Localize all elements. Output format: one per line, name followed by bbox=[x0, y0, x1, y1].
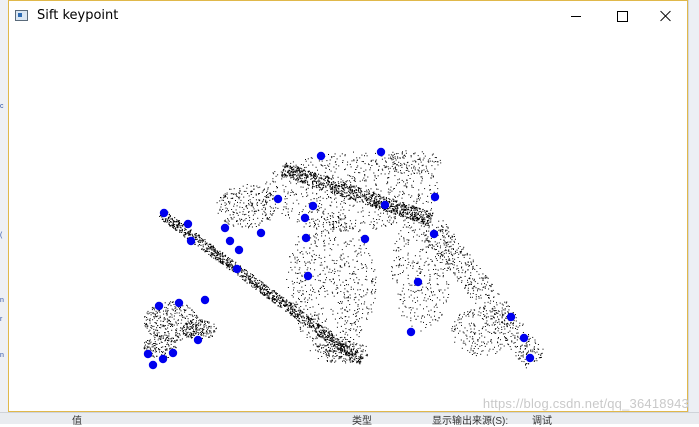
keypoint-marker bbox=[380, 200, 390, 210]
keypoint-marker bbox=[273, 194, 283, 204]
keypoint-marker bbox=[174, 298, 184, 308]
keypoint-marker bbox=[316, 151, 326, 161]
keypoint-marker bbox=[301, 233, 311, 243]
sift-keypoints bbox=[143, 147, 535, 370]
keypoint-marker bbox=[430, 192, 440, 202]
gutter-mark: n bbox=[0, 297, 4, 304]
keypoint-marker bbox=[225, 236, 235, 246]
keypoint-marker bbox=[429, 229, 439, 239]
keypoint-marker bbox=[308, 201, 318, 211]
keypoint-marker bbox=[406, 327, 416, 337]
minimize-icon bbox=[571, 15, 581, 17]
background-ide-panel bbox=[688, 0, 699, 423]
gutter-mark: r bbox=[0, 316, 3, 323]
title-bar[interactable]: Sift keypoint bbox=[9, 1, 687, 31]
keypoint-marker bbox=[360, 234, 370, 244]
keypoint-marker bbox=[220, 223, 230, 233]
keypoint-marker bbox=[256, 228, 266, 238]
sift-keypoint-window: Sift keypoint bbox=[8, 0, 688, 412]
maximize-icon bbox=[616, 10, 628, 22]
status-value-debug: 调试 bbox=[532, 416, 552, 427]
keypoint-marker bbox=[158, 354, 168, 364]
gutter-mark: n bbox=[0, 352, 4, 359]
point-cloud bbox=[143, 150, 544, 369]
minimize-button[interactable] bbox=[553, 1, 599, 31]
keypoint-marker bbox=[519, 333, 529, 343]
window-title: Sift keypoint bbox=[37, 8, 119, 23]
keypoint-marker bbox=[168, 348, 178, 358]
background-status-strip: 值 类型 显示输出来源(S): 调试 bbox=[0, 412, 699, 427]
point-cloud-canvas[interactable] bbox=[9, 31, 687, 411]
maximize-button[interactable] bbox=[599, 1, 645, 31]
keypoint-marker bbox=[413, 277, 423, 287]
status-label-output-source: 显示输出来源(S): bbox=[432, 416, 509, 427]
keypoint-marker bbox=[159, 208, 169, 218]
keypoint-marker bbox=[200, 295, 210, 305]
watermark-text: https://blog.csdn.net/qq_36418943 bbox=[482, 396, 689, 411]
point-cloud-viewport[interactable] bbox=[9, 31, 687, 411]
keypoint-marker bbox=[193, 335, 203, 345]
keypoint-marker bbox=[148, 360, 158, 370]
keypoint-marker bbox=[376, 147, 386, 157]
keypoint-marker bbox=[525, 353, 535, 363]
gutter-mark: c bbox=[0, 103, 4, 110]
keypoint-marker bbox=[506, 312, 516, 322]
keypoint-marker bbox=[234, 245, 244, 255]
keypoint-marker bbox=[232, 264, 242, 274]
gutter-mark: ( bbox=[0, 232, 3, 239]
app-window-icon bbox=[15, 10, 28, 21]
close-button[interactable] bbox=[643, 1, 689, 31]
close-icon bbox=[660, 10, 672, 22]
keypoint-marker bbox=[186, 236, 196, 246]
status-label-type: 类型 bbox=[352, 416, 372, 427]
keypoint-marker bbox=[143, 349, 153, 359]
keypoint-marker bbox=[303, 271, 313, 281]
keypoint-marker bbox=[300, 213, 310, 223]
status-label-value: 值 bbox=[72, 416, 82, 427]
keypoint-marker bbox=[183, 219, 193, 229]
keypoint-marker bbox=[154, 301, 164, 311]
